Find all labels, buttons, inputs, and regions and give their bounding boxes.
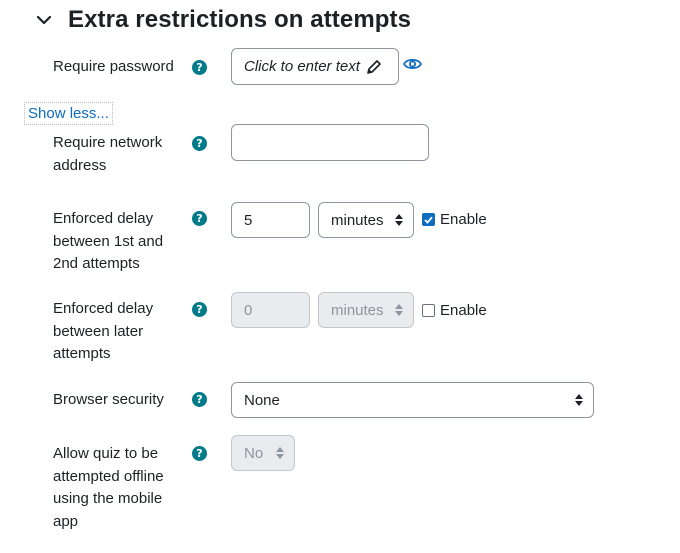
enable-label: Enable	[440, 302, 487, 319]
offline-select[interactable]: No	[231, 435, 295, 471]
help-icon[interactable]: ?	[192, 211, 207, 226]
browser-security-select[interactable]: None	[231, 382, 594, 418]
require-network-label: Require network address	[53, 132, 178, 177]
label-line: app	[53, 512, 79, 530]
show-less-link[interactable]: Show less...	[24, 102, 113, 125]
label-line: attempted offline	[53, 467, 164, 485]
delay-later-value: 0	[244, 301, 253, 319]
offline-label: Allow quiz to be attempted offline using…	[53, 443, 178, 533]
delay-first-value: 5	[244, 211, 253, 229]
section-header[interactable]: Extra restrictions on attempts	[34, 6, 411, 34]
delay-later-unit-select[interactable]: minutes	[318, 292, 414, 328]
label-line: between 1st and	[53, 232, 164, 250]
chevron-down-icon[interactable]	[34, 10, 54, 30]
help-icon[interactable]: ?	[192, 60, 207, 75]
delay-later-unit: minutes	[331, 301, 384, 319]
delay-later-input[interactable]: 0	[231, 292, 310, 328]
offline-value: No	[244, 444, 264, 462]
section-title: Extra restrictions on attempts	[68, 6, 412, 33]
help-icon[interactable]: ?	[192, 136, 207, 151]
enable-label: Enable	[440, 211, 487, 228]
label-line: 2nd attempts	[53, 255, 140, 272]
delay-later-enable[interactable]: Enable	[422, 302, 487, 319]
label-line: Enforced delay	[53, 210, 154, 227]
browser-security-label: Browser security	[53, 391, 164, 408]
select-arrows-icon	[575, 394, 583, 406]
network-address-input[interactable]	[231, 124, 429, 161]
delay-first-unit-select[interactable]: minutes	[318, 202, 414, 238]
label-line: Allow quiz to be	[53, 445, 159, 462]
help-icon[interactable]: ?	[192, 302, 207, 317]
browser-security-value: None	[244, 391, 280, 409]
delay-first-unit: minutes	[331, 211, 384, 229]
select-arrows-icon	[395, 214, 403, 226]
help-icon[interactable]: ?	[192, 446, 207, 461]
label-line: using the mobile	[53, 490, 163, 507]
delay-first-enable[interactable]: Enable	[422, 211, 487, 228]
password-field[interactable]: Click to enter text	[231, 48, 399, 85]
checkbox-unchecked-icon[interactable]	[422, 304, 435, 317]
help-icon[interactable]: ?	[192, 392, 207, 407]
select-arrows-icon	[276, 447, 284, 459]
delay-first-label: Enforced delay between 1st and 2nd attem…	[53, 208, 178, 276]
delay-later-label: Enforced delay between later attempts	[53, 298, 178, 366]
checkbox-checked-icon[interactable]	[422, 213, 435, 226]
label-line: Require network	[53, 134, 163, 151]
eye-icon[interactable]	[402, 57, 423, 76]
label-line: address	[53, 156, 107, 174]
label-line: Enforced delay	[53, 300, 154, 317]
select-arrows-icon	[395, 304, 403, 316]
password-placeholder: Click to enter text	[244, 58, 360, 75]
pencil-icon[interactable]	[366, 59, 382, 75]
label-line: between later	[53, 322, 144, 340]
require-password-label: Require password	[53, 58, 174, 75]
label-line: attempts	[53, 345, 111, 362]
delay-first-input[interactable]: 5	[231, 202, 310, 238]
